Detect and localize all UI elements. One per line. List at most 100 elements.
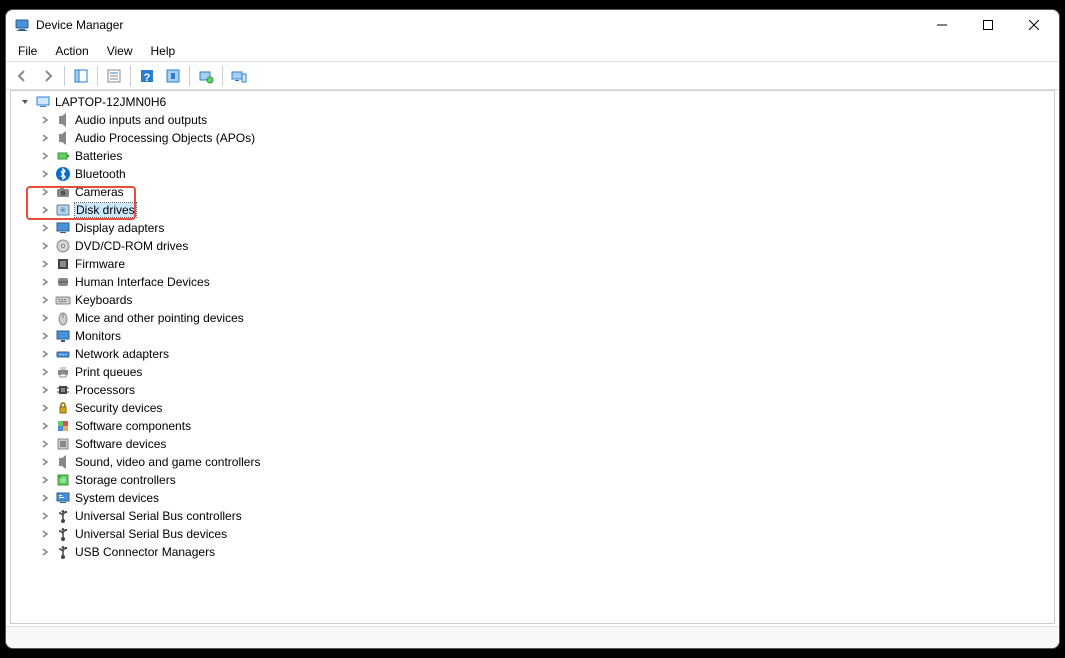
maximize-button[interactable] <box>965 10 1011 40</box>
chevron-right-icon[interactable] <box>39 420 51 432</box>
tree-node-label: DVD/CD-ROM drives <box>75 239 188 253</box>
tree-node[interactable]: Sound, video and game controllers <box>11 453 1054 471</box>
printer-icon <box>55 364 71 380</box>
tree-node[interactable]: Network adapters <box>11 345 1054 363</box>
chevron-right-icon[interactable] <box>39 330 51 342</box>
tree-node-label: Firmware <box>75 257 125 271</box>
chevron-right-icon[interactable] <box>39 474 51 486</box>
tree-node[interactable]: Processors <box>11 381 1054 399</box>
properties-button[interactable] <box>102 64 126 88</box>
tree-node-label: Disk drives <box>75 203 136 217</box>
tree-node[interactable]: DVD/CD-ROM drives <box>11 237 1054 255</box>
chevron-right-icon[interactable] <box>39 438 51 450</box>
tree-node[interactable]: Human Interface Devices <box>11 273 1054 291</box>
tree-node[interactable]: Disk drives <box>11 201 1054 219</box>
camera-icon <box>55 184 71 200</box>
device-tree[interactable]: LAPTOP-12JMN0H6 Audio inputs and outputs… <box>10 90 1055 624</box>
audio-icon <box>55 112 71 128</box>
chevron-right-icon[interactable] <box>39 132 51 144</box>
tree-node[interactable]: Software components <box>11 417 1054 435</box>
tree-node-label: Batteries <box>75 149 122 163</box>
menu-view[interactable]: View <box>99 42 141 60</box>
action-button[interactable] <box>161 64 185 88</box>
chevron-right-icon[interactable] <box>39 528 51 540</box>
minimize-button[interactable] <box>919 10 965 40</box>
tree-node[interactable]: Firmware <box>11 255 1054 273</box>
chevron-right-icon[interactable] <box>39 402 51 414</box>
tree-node[interactable]: Mice and other pointing devices <box>11 309 1054 327</box>
tree-node[interactable]: USB Connector Managers <box>11 543 1054 561</box>
chevron-right-icon[interactable] <box>39 546 51 558</box>
chevron-right-icon[interactable] <box>39 168 51 180</box>
chevron-down-icon[interactable] <box>19 96 31 108</box>
tree-node[interactable]: Cameras <box>11 183 1054 201</box>
tree-node[interactable]: Audio inputs and outputs <box>11 111 1054 129</box>
chevron-right-icon[interactable] <box>39 348 51 360</box>
tree-node[interactable]: Universal Serial Bus controllers <box>11 507 1054 525</box>
chevron-right-icon[interactable] <box>39 258 51 270</box>
tree-node[interactable]: Security devices <box>11 399 1054 417</box>
mouse-icon <box>55 310 71 326</box>
titlebar: Device Manager <box>6 10 1059 40</box>
chevron-right-icon[interactable] <box>39 456 51 468</box>
tree-node[interactable]: Bluetooth <box>11 165 1054 183</box>
usb-icon <box>55 508 71 524</box>
tree-node[interactable]: Monitors <box>11 327 1054 345</box>
chevron-right-icon[interactable] <box>39 204 51 216</box>
chevron-right-icon[interactable] <box>39 150 51 162</box>
back-button[interactable] <box>10 64 34 88</box>
chevron-right-icon[interactable] <box>39 492 51 504</box>
chevron-right-icon[interactable] <box>39 366 51 378</box>
chevron-right-icon[interactable] <box>39 240 51 252</box>
tree-node-label: Cameras <box>75 185 124 199</box>
tree-root-node[interactable]: LAPTOP-12JMN0H6 <box>11 93 1054 111</box>
tree-node-label: Keyboards <box>75 293 132 307</box>
tree-node[interactable]: Universal Serial Bus devices <box>11 525 1054 543</box>
device-manager-window: Device Manager File Action View Help <box>5 9 1060 649</box>
help-button[interactable]: ? <box>135 64 159 88</box>
tree-node-label: USB Connector Managers <box>75 545 215 559</box>
app-icon <box>14 17 30 33</box>
chevron-right-icon[interactable] <box>39 510 51 522</box>
bluetooth-icon <box>55 166 71 182</box>
tree-node-label: System devices <box>75 491 159 505</box>
devices-button[interactable] <box>227 64 251 88</box>
tree-node-label: Bluetooth <box>75 167 126 181</box>
tree-node-label: Security devices <box>75 401 162 415</box>
chevron-right-icon[interactable] <box>39 186 51 198</box>
tree-node-label: Storage controllers <box>75 473 176 487</box>
tree-node[interactable]: Audio Processing Objects (APOs) <box>11 129 1054 147</box>
tree-node[interactable]: System devices <box>11 489 1054 507</box>
tree-node[interactable]: Keyboards <box>11 291 1054 309</box>
tree-node[interactable]: Print queues <box>11 363 1054 381</box>
tree-node-label: Display adapters <box>75 221 164 235</box>
tree-node[interactable]: Software devices <box>11 435 1054 453</box>
toolbar-separator <box>64 66 65 86</box>
tree-node-label: Software devices <box>75 437 166 451</box>
scan-hardware-button[interactable] <box>194 64 218 88</box>
svg-text:?: ? <box>144 72 151 84</box>
chevron-right-icon[interactable] <box>39 384 51 396</box>
forward-button[interactable] <box>36 64 60 88</box>
menu-help[interactable]: Help <box>143 42 184 60</box>
menu-file[interactable]: File <box>10 42 45 60</box>
chevron-right-icon[interactable] <box>39 114 51 126</box>
show-hide-tree-button[interactable] <box>69 64 93 88</box>
tree-node-label: Universal Serial Bus devices <box>75 527 227 541</box>
tree-node[interactable]: Batteries <box>11 147 1054 165</box>
tree-node[interactable]: Display adapters <box>11 219 1054 237</box>
chevron-right-icon[interactable] <box>39 312 51 324</box>
tree-node[interactable]: Storage controllers <box>11 471 1054 489</box>
close-button[interactable] <box>1011 10 1057 40</box>
tree-node-label: Processors <box>75 383 135 397</box>
dvd-icon <box>55 238 71 254</box>
monitor-icon <box>55 328 71 344</box>
chevron-right-icon[interactable] <box>39 222 51 234</box>
chevron-right-icon[interactable] <box>39 294 51 306</box>
menu-action[interactable]: Action <box>47 42 96 60</box>
tree-node-label: Network adapters <box>75 347 169 361</box>
tree-node-label: Mice and other pointing devices <box>75 311 244 325</box>
chevron-right-icon[interactable] <box>39 276 51 288</box>
tree-node-label: Audio inputs and outputs <box>75 113 207 127</box>
toolbar-separator <box>189 66 190 86</box>
